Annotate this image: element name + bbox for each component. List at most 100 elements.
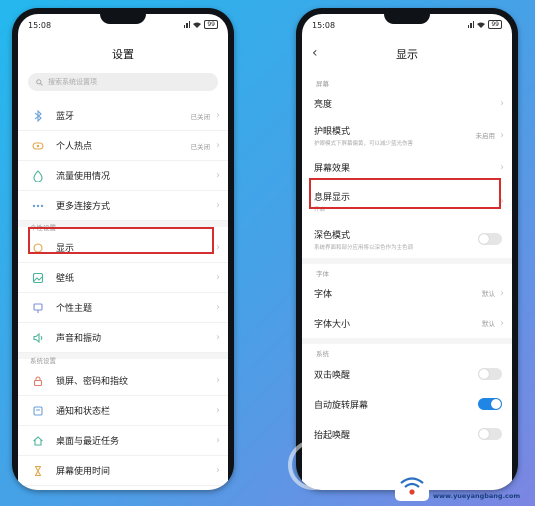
right-phone-frame: 15:08 99 ‹ 显示 屏幕 亮度 › 护眼模式 护眼模式下屏幕偏黄，可以减… — [296, 8, 518, 490]
status-icons: 99 — [467, 20, 502, 29]
data-usage-icon — [32, 169, 44, 182]
settings-item-lock[interactable]: 锁屏、密码和指纹 › — [18, 366, 228, 396]
wifi-icon — [193, 22, 202, 28]
eye-care-description: 护眼模式下屏幕偏黄，可以减少蓝光伤害 — [314, 140, 414, 147]
display-item-screen-effect[interactable]: 屏幕效果 › — [302, 154, 512, 180]
display-item-double-tap-wake[interactable]: 双击唤醒 — [302, 361, 512, 387]
notification-icon — [32, 405, 44, 417]
chevron-right-icon: › — [500, 129, 504, 141]
section-divider — [302, 338, 512, 344]
hotspot-icon — [32, 140, 44, 152]
more-connections-label: 更多连接方式 — [56, 202, 111, 212]
settings-item-wallpaper[interactable]: 壁纸 › — [18, 263, 228, 293]
display-item-eye-care[interactable]: 护眼模式 护眼模式下屏幕偏黄，可以减少蓝光伤害 未启用 › — [302, 118, 512, 152]
watermark-circle-logo — [288, 440, 338, 490]
display-item-raise-to-wake[interactable]: 抬起唤醒 — [302, 421, 512, 447]
settings-item-hotspot[interactable]: 个人热点 已关闭 › — [18, 131, 228, 161]
back-arrow-icon[interactable]: ‹ — [312, 45, 318, 61]
hourglass-icon — [32, 465, 44, 477]
section-divider — [302, 258, 512, 264]
font-label: 字体 — [314, 289, 333, 300]
watermark-wifi-logo — [395, 471, 429, 501]
home-icon — [32, 435, 44, 447]
font-value: 默认 — [482, 290, 495, 298]
section-label-screen: 屏幕 — [316, 80, 329, 88]
watermark-title: 越羊药网 — [433, 474, 484, 488]
search-icon — [36, 78, 43, 86]
section-label-system: 系统 — [316, 350, 329, 358]
chevron-right-icon: › — [500, 317, 504, 329]
section-label-font: 字体 — [316, 270, 329, 278]
wallpaper-icon — [32, 272, 44, 284]
page-title: ‹ 显示 — [302, 45, 512, 70]
font-size-label: 字体大小 — [314, 319, 351, 330]
screen-time-label: 屏幕使用时间 — [56, 467, 111, 477]
sound-label: 声音和振动 — [56, 334, 102, 344]
bluetooth-icon — [32, 109, 44, 122]
chevron-right-icon: › — [216, 332, 220, 343]
settings-item-sound[interactable]: 声音和振动 › — [18, 323, 228, 353]
page-title-text: 显示 — [396, 48, 418, 61]
display-settings-screen: 15:08 99 ‹ 显示 屏幕 亮度 › 护眼模式 护眼模式下屏幕偏黄，可以减… — [302, 14, 512, 490]
display-item-auto-rotate[interactable]: 自动旋转屏幕 — [302, 391, 512, 417]
chevron-right-icon: › — [216, 110, 220, 121]
settings-item-more-connections[interactable]: 更多连接方式 › — [18, 191, 228, 221]
chevron-right-icon: › — [216, 170, 220, 181]
settings-item-data-usage[interactable]: 流量使用情况 › — [18, 161, 228, 191]
display-item-font[interactable]: 字体 默认 › — [302, 280, 512, 306]
section-label-system: 系统设置 — [30, 357, 56, 365]
settings-item-notifications[interactable]: 通知和状态栏 › — [18, 396, 228, 426]
display-item-dark-mode[interactable]: 深色模式 系统界面和部分应用将以深色作为主色调 — [302, 222, 512, 256]
chevron-right-icon: › — [216, 375, 220, 386]
chevron-right-icon: › — [216, 302, 220, 313]
wifi-icon — [477, 22, 486, 28]
search-input[interactable]: 搜索系统设置项 — [28, 73, 218, 91]
chevron-right-icon: › — [216, 272, 220, 283]
theme-label: 个性主题 — [56, 304, 93, 314]
settings-item-screen-time[interactable]: 屏幕使用时间 › — [18, 456, 228, 486]
brightness-label: 亮度 — [314, 99, 333, 110]
screen-effect-label: 屏幕效果 — [314, 163, 351, 174]
battery-icon: 99 — [204, 20, 218, 29]
notifications-label: 通知和状态栏 — [56, 407, 111, 417]
raise-to-wake-label: 抬起唤醒 — [314, 430, 351, 441]
settings-item-bluetooth[interactable]: 蓝牙 已关闭 › — [18, 101, 228, 131]
bluetooth-label: 蓝牙 — [56, 112, 75, 122]
lock-label: 锁屏、密码和指纹 — [56, 377, 129, 387]
home-label: 桌面与最近任务 — [56, 437, 120, 447]
eye-care-status: 未启用 — [475, 132, 496, 140]
chevron-right-icon: › — [216, 140, 220, 151]
dark-mode-toggle[interactable] — [478, 233, 502, 245]
status-time: 15:08 — [28, 21, 52, 30]
chevron-right-icon: › — [216, 242, 220, 253]
signal-icon — [183, 21, 191, 28]
double-tap-toggle[interactable] — [478, 368, 502, 380]
auto-rotate-toggle[interactable] — [478, 398, 502, 410]
notch — [384, 14, 430, 24]
chevron-right-icon: › — [216, 465, 220, 476]
display-item-brightness[interactable]: 亮度 › — [302, 90, 512, 116]
battery-icon: 99 — [488, 20, 502, 29]
search-placeholder: 搜索系统设置项 — [48, 78, 97, 86]
eye-care-label: 护眼模式 — [314, 126, 351, 137]
settings-item-theme[interactable]: 个性主题 › — [18, 293, 228, 323]
signal-icon — [467, 21, 475, 28]
hotspot-label: 个人热点 — [56, 142, 93, 152]
raise-to-wake-toggle[interactable] — [478, 428, 502, 440]
chevron-right-icon: › — [216, 200, 220, 211]
chevron-right-icon: › — [216, 435, 220, 446]
chevron-right-icon: › — [216, 405, 220, 416]
auto-rotate-label: 自动旋转屏幕 — [314, 400, 369, 411]
status-icons: 99 — [183, 20, 218, 29]
chevron-right-icon: › — [500, 287, 504, 299]
double-tap-label: 双击唤醒 — [314, 370, 351, 381]
lock-icon — [32, 375, 44, 387]
watermark: 越羊药网 www.yueyangbang.com — [395, 468, 535, 506]
hotspot-status: 已关闭 — [190, 142, 211, 151]
wallpaper-label: 壁纸 — [56, 274, 75, 284]
display-item-font-size[interactable]: 字体大小 默认 › — [302, 310, 512, 336]
font-size-value: 默认 — [482, 320, 495, 328]
settings-item-home[interactable]: 桌面与最近任务 › — [18, 426, 228, 456]
more-connections-icon — [32, 200, 44, 212]
notch — [100, 14, 146, 24]
